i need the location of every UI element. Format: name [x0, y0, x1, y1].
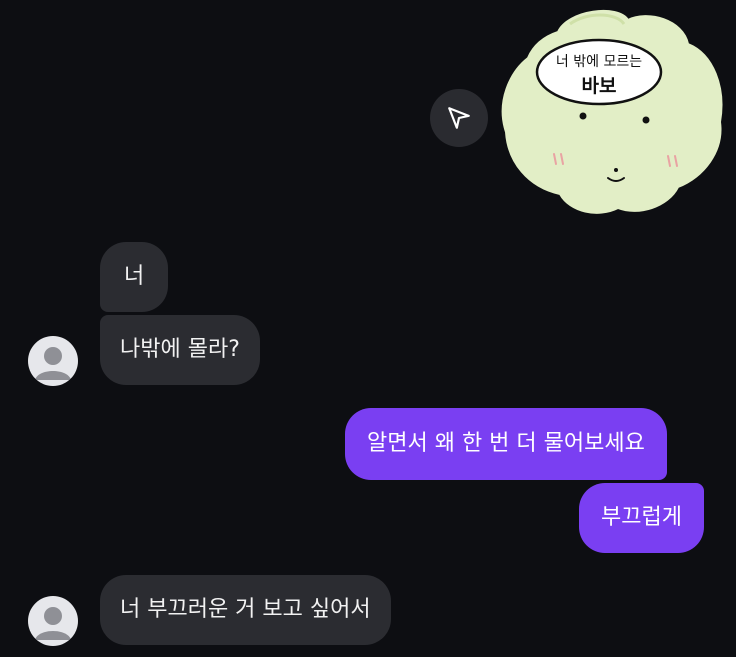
- user-icon: [35, 347, 71, 380]
- sticker-eye-right: [642, 116, 650, 124]
- message-text: 나밖에 몰라?: [120, 337, 240, 362]
- sticker-text-line1: 너 밖에 모르는: [556, 54, 642, 70]
- message-text: 너 부끄러운 거 보고 싶어서: [120, 597, 371, 622]
- message-text: 너: [124, 264, 145, 289]
- message-text: 알면서 왜 한 번 더 물어보세요: [367, 431, 645, 456]
- message-bubble-outgoing[interactable]: 부끄럽게: [579, 483, 704, 553]
- sticker-text-line2: 바보: [582, 75, 617, 97]
- message-bubble-outgoing[interactable]: 알면서 왜 한 번 더 물어보세요: [345, 408, 667, 480]
- chat-screen: 너 밖에 모르는 바보 너 나밖에 몰라? 알면서 왜 한 번 더 물어보세요 …: [0, 0, 736, 657]
- avatar[interactable]: [28, 596, 78, 646]
- message-bubble-incoming[interactable]: 너 부끄러운 거 보고 싶어서: [100, 575, 391, 645]
- avatar[interactable]: [28, 336, 78, 386]
- cabbage-sticker[interactable]: 너 밖에 모르는 바보: [498, 2, 724, 220]
- sticker-eye-left: [579, 112, 587, 120]
- send-icon: [448, 107, 470, 129]
- share-button[interactable]: [430, 89, 488, 147]
- message-text: 부끄럽게: [601, 505, 682, 530]
- user-icon: [35, 607, 71, 640]
- message-bubble-incoming[interactable]: 너: [100, 242, 169, 312]
- message-bubble-incoming[interactable]: 나밖에 몰라?: [100, 315, 260, 385]
